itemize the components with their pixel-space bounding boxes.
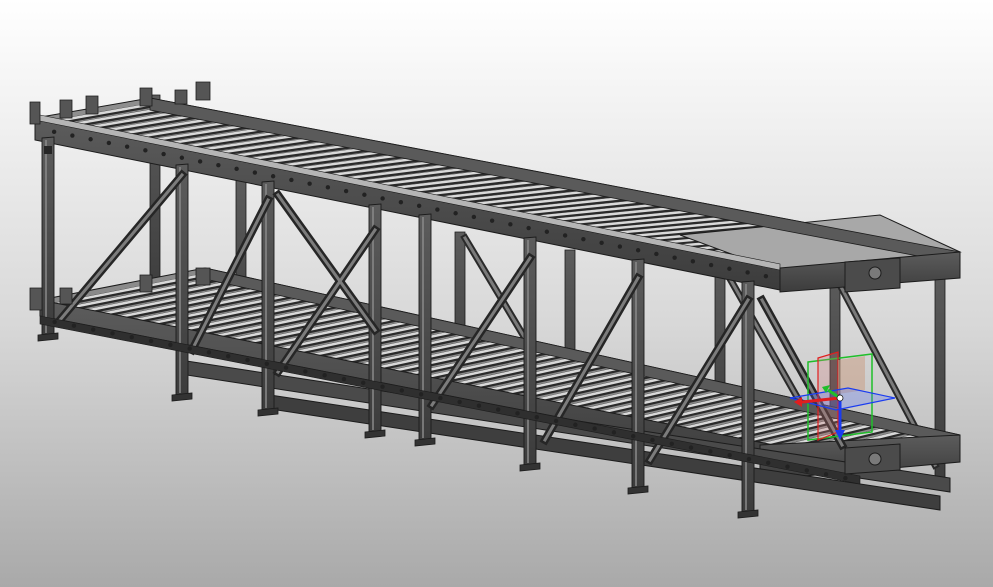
triad-origin (836, 394, 844, 402)
bolt (380, 196, 385, 201)
bolt (471, 214, 477, 220)
bolt (766, 460, 771, 466)
bolt (438, 395, 443, 401)
conveyor-truss-model[interactable] (0, 0, 993, 587)
bolt (416, 203, 422, 209)
bolt (690, 259, 696, 264)
bolt (457, 399, 462, 405)
base-plate (627, 485, 649, 495)
bolt (672, 255, 677, 260)
vertical-post (741, 280, 755, 514)
bolt (398, 199, 404, 205)
bolt (361, 380, 366, 386)
bolt (534, 414, 539, 420)
bolt (341, 376, 347, 382)
bolt (124, 144, 130, 149)
base-plate (414, 437, 436, 447)
bolt (669, 441, 674, 447)
bolt (362, 192, 367, 197)
base-plate (171, 392, 193, 402)
bolt (631, 433, 636, 439)
bolt (399, 388, 404, 393)
bolt (70, 133, 75, 138)
bolt (435, 207, 440, 212)
base-plate (519, 462, 541, 472)
bolt (573, 422, 578, 427)
bolt (226, 353, 231, 359)
bolt (129, 334, 134, 340)
bolt (161, 151, 166, 157)
bolt (617, 244, 623, 249)
bolt (763, 273, 769, 279)
bolt (289, 177, 294, 183)
base-plate (737, 509, 759, 519)
bolt (216, 162, 221, 168)
bolt (303, 369, 308, 374)
bolt (823, 472, 829, 477)
bolt (148, 338, 154, 344)
bolt (581, 236, 586, 242)
bolt (544, 229, 550, 234)
bolt (599, 240, 604, 246)
bolt (179, 155, 185, 160)
bolt (650, 437, 655, 443)
bolt (515, 411, 520, 416)
bolt (508, 222, 513, 227)
vertical-post (175, 163, 189, 397)
bolt (206, 350, 212, 355)
bolt (88, 137, 93, 142)
bolt (106, 140, 112, 146)
bolt (453, 211, 458, 216)
bolt (343, 188, 349, 194)
vertical-post (631, 258, 645, 490)
bolt (611, 430, 617, 435)
base-plate (257, 407, 279, 417)
bolt (264, 361, 269, 367)
vertical-post (41, 136, 55, 337)
bolt (635, 248, 641, 253)
bolt (745, 270, 750, 275)
bolt (110, 331, 115, 336)
bolt (688, 445, 694, 450)
bolt (592, 426, 597, 431)
bolt (197, 159, 203, 164)
bolt (785, 464, 790, 469)
bolt (418, 392, 424, 397)
base-plate (364, 429, 386, 439)
bolt (489, 218, 495, 223)
3d-viewport[interactable] (0, 0, 993, 587)
bolt (245, 357, 250, 363)
base-plate (37, 332, 59, 342)
bolt (727, 453, 732, 458)
bolt (746, 456, 752, 462)
bolt (380, 384, 385, 389)
bolt (91, 327, 96, 332)
bolt (234, 166, 239, 172)
bolt (51, 129, 57, 135)
bolt (562, 233, 568, 238)
bolt (526, 225, 531, 231)
bolt (270, 174, 276, 179)
bolt (654, 251, 659, 257)
bolt (553, 418, 559, 424)
bolt (187, 346, 192, 351)
bolt (325, 185, 331, 190)
bolt (252, 170, 258, 175)
bolt (71, 323, 77, 328)
bolt (307, 181, 312, 186)
bolt (168, 342, 173, 347)
bolt (708, 449, 713, 454)
bolt (708, 262, 714, 268)
bolt (322, 373, 327, 378)
bolt (843, 475, 848, 481)
bolt (804, 468, 809, 473)
bolt (143, 148, 148, 153)
bolt (283, 365, 289, 370)
bolt (52, 319, 57, 325)
bolt (476, 403, 482, 408)
bolt (727, 266, 732, 271)
bolt (496, 407, 501, 412)
